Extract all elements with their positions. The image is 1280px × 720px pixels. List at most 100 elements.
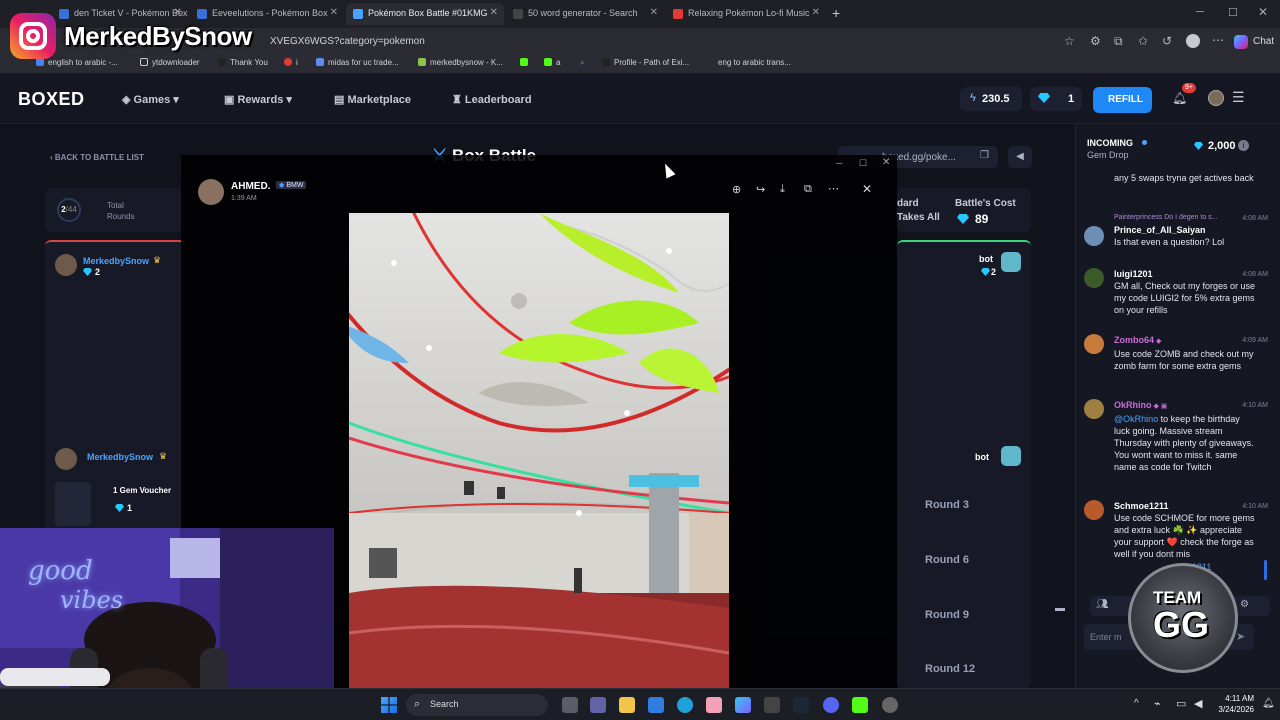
download-icon[interactable]: ⤓ — [780, 183, 785, 196]
close-icon[interactable]: ✕ — [862, 182, 872, 196]
balance-pill[interactable]: ϟ 230.5 — [960, 87, 1022, 111]
settings-icon[interactable]: ⚙ — [1240, 599, 1249, 610]
users-icon[interactable]: 👥︎ — [1096, 599, 1109, 610]
open-external-icon[interactable]: ⧉ — [804, 183, 812, 196]
close-tab-icon[interactable]: ✕ — [812, 7, 820, 18]
kick-icon[interactable] — [852, 697, 868, 713]
favorite-link[interactable] — [520, 58, 532, 67]
url-field[interactable]: XVEGX6WGS?category=pokemon — [270, 36, 425, 47]
instagram-icon — [10, 13, 56, 59]
info-icon[interactable]: i — [1238, 140, 1249, 151]
site-logo[interactable]: BOXED — [18, 89, 85, 110]
gem-drop-value: 2,000 — [1208, 140, 1236, 152]
close-tab-icon[interactable]: ✕ — [650, 7, 658, 18]
browser-tab[interactable]: Relaxing Pokémon Lo-fi Music ✕ — [666, 3, 826, 25]
bell-icon[interactable]: 🔔︎ — [1172, 91, 1187, 105]
favorite-link[interactable]: eng to arabic trans... — [706, 58, 791, 67]
browser-tab-active[interactable]: Pokémon Box Battle #01KMG ✕ — [346, 3, 504, 25]
sound-icon[interactable]: ◀︎ — [1008, 146, 1032, 168]
store-icon[interactable] — [648, 697, 664, 713]
reply-preview: Painterprincess Do I degen to s... — [1114, 214, 1218, 221]
maximize-icon[interactable]: ☐ — [859, 158, 867, 169]
menu-icon[interactable]: ☰ — [1232, 89, 1245, 106]
edge-icon[interactable] — [677, 697, 693, 713]
chat-message: luigi1201 4:08 AM GM all, Check out my fo… — [1084, 268, 1268, 316]
close-window-icon[interactable]: ✕ — [882, 157, 890, 168]
task-view-icon[interactable] — [562, 697, 578, 713]
split-screen-icon[interactable]: ⧉ — [1114, 34, 1123, 49]
forward-icon[interactable]: ↪ — [756, 183, 765, 196]
browser-tab[interactable]: 50 word generator - Search ✕ — [506, 3, 664, 25]
copilot-icon[interactable] — [735, 697, 751, 713]
profile-avatar[interactable] — [1186, 34, 1200, 48]
gems-pill[interactable]: 1 — [1030, 87, 1082, 111]
avatar — [1084, 268, 1104, 288]
tab-favicon-icon — [513, 9, 523, 19]
clock-time[interactable]: 4:11 AM — [1220, 694, 1254, 703]
zoom-in-icon[interactable]: ⊕ — [732, 183, 741, 196]
chat-scrollbar[interactable] — [1264, 560, 1267, 580]
favorite-link[interactable]: merkedbysnow - K... — [418, 58, 503, 67]
settings-app-icon[interactable] — [764, 697, 780, 713]
chat-toggle-icon[interactable]: ▬ — [1055, 603, 1071, 619]
user-avatar[interactable] — [1208, 90, 1224, 106]
windows-start-icon[interactable] — [381, 697, 397, 713]
nav-marketplace[interactable]: ▤ Marketplace — [334, 93, 411, 106]
steam-icon[interactable] — [793, 697, 809, 713]
author-name: AHMED. — [231, 181, 271, 192]
bot-avatar-icon — [1001, 446, 1021, 466]
close-window-icon[interactable]: ✕ — [1258, 5, 1268, 19]
neon-sign-text: good — [28, 556, 93, 586]
taskbar-search[interactable]: ⌕ Search — [406, 694, 548, 716]
obs-icon[interactable] — [882, 697, 898, 713]
discord-icon[interactable] — [823, 697, 839, 713]
back-to-battle-list-link[interactable]: ‹ BACK TO BATTLE LIST — [50, 153, 144, 162]
favorite-link[interactable]: midas for uc trade... — [316, 58, 399, 67]
team-gg-badge: TEAM GG — [1128, 563, 1238, 673]
maximize-icon[interactable]: ☐ — [1228, 6, 1238, 19]
windows-taskbar: ⌕ Search ^ ⌁ ▭ ◀︎ 4:11 AM 3/24/2026 🔔︎ — [0, 688, 1280, 720]
crown-icon: ♛ — [159, 451, 168, 461]
more-icon[interactable]: ⋯ — [1212, 33, 1224, 47]
refill-button[interactable]: REFILL — [1093, 87, 1152, 113]
minimize-icon[interactable]: ─ — [836, 158, 842, 168]
notification-icon[interactable]: 🔔︎ — [1262, 698, 1275, 709]
battery-icon[interactable]: ▭ — [1176, 697, 1186, 710]
avatar — [198, 179, 224, 205]
favorites-icon[interactable]: ✩ — [1138, 34, 1148, 48]
teams-icon[interactable] — [590, 697, 606, 713]
clock-date[interactable]: 3/24/2026 — [1208, 705, 1254, 714]
avatar — [1084, 334, 1104, 354]
extension-icon[interactable]: ⚙ — [1090, 34, 1101, 48]
file-explorer-icon[interactable] — [619, 697, 635, 713]
close-tab-icon[interactable]: ✕ — [490, 7, 498, 18]
history-icon[interactable]: ↺ — [1162, 34, 1172, 48]
favorite-link[interactable]: i — [284, 58, 298, 67]
more-icon[interactable]: ⋯ — [828, 182, 839, 195]
avatar — [1084, 500, 1104, 520]
nav-rewards[interactable]: ▣ Rewards ▾ — [224, 93, 292, 106]
nav-leaderboard[interactable]: ♜ Leaderboard — [452, 93, 532, 106]
avatar — [1084, 226, 1104, 246]
favorite-link[interactable]: Profile - Path of Exi... — [602, 58, 689, 67]
new-tab-icon[interactable]: + — [832, 5, 840, 21]
user-mention[interactable]: @OkRhino — [1114, 414, 1158, 424]
copy-icon[interactable]: ❐ — [980, 150, 989, 161]
minimize-icon[interactable]: ─ — [1196, 6, 1204, 18]
send-icon[interactable]: ➤ — [1236, 630, 1245, 643]
nav-games[interactable]: ◈ Games ▾ — [122, 93, 179, 106]
close-tab-icon[interactable]: ✕ — [330, 7, 338, 18]
favorite-link[interactable]: a — [544, 58, 560, 67]
volume-icon[interactable]: ◀︎ — [1194, 697, 1202, 710]
voucher-image — [55, 482, 91, 526]
search-icon[interactable]: ⌕ — [580, 58, 584, 68]
chevron-up-icon[interactable]: ^ — [1134, 698, 1139, 709]
chat-button[interactable]: Chat — [1253, 36, 1274, 47]
network-icon[interactable]: ⌁ — [1154, 697, 1161, 710]
copilot-icon[interactable] — [1234, 35, 1248, 49]
site-navbar: BOXED ◈ Games ▾ ▣ Rewards ▾ ▤ Marketplac… — [0, 74, 1280, 124]
viewer-toolbar: ⊕ ↪ ⤓ ⧉ ⋯ — [730, 180, 866, 202]
star-icon[interactable]: ☆ — [1064, 34, 1075, 48]
app-icon[interactable] — [706, 697, 722, 713]
battle-cost: dard Takes All Battle's Cost 89 — [897, 188, 1031, 232]
